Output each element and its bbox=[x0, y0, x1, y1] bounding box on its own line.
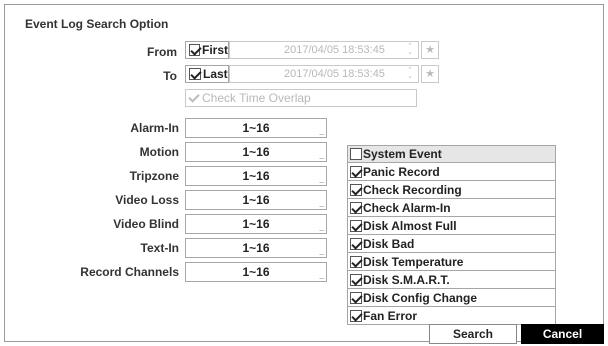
event-label: Check Alarm-In bbox=[363, 200, 451, 215]
video-loss-value: 1~16 bbox=[242, 193, 270, 207]
video-loss-select[interactable]: 1~16 _ bbox=[185, 190, 327, 210]
check-icon bbox=[350, 291, 362, 304]
alarm-in-label: Alarm-In bbox=[130, 121, 179, 135]
video-blind-select[interactable]: 1~16 _ bbox=[185, 214, 327, 234]
record-channels-value: 1~16 bbox=[242, 265, 270, 279]
tripzone-select[interactable]: 1~16 _ bbox=[185, 166, 327, 186]
check-alarm-in-checkbox[interactable]: Check Alarm-In bbox=[347, 199, 556, 217]
fan-error-checkbox[interactable]: Fan Error bbox=[347, 307, 556, 325]
text-in-value: 1~16 bbox=[242, 241, 270, 255]
text-in-select[interactable]: 1~16 _ bbox=[185, 238, 327, 258]
check-recording-checkbox[interactable]: Check Recording bbox=[347, 181, 556, 199]
check-icon bbox=[350, 219, 362, 232]
text-in-label: Text-In bbox=[140, 241, 179, 255]
search-button[interactable]: Search bbox=[429, 324, 517, 344]
spinner-arrows-icon: ⌃ ⌄ bbox=[407, 67, 413, 80]
disk-config-change-checkbox[interactable]: Disk Config Change bbox=[347, 289, 556, 307]
event-label: Disk Bad bbox=[363, 236, 415, 251]
alarm-in-select[interactable]: 1~16 _ bbox=[185, 118, 327, 138]
check-time-overlap-label: Check Time Overlap bbox=[202, 91, 311, 105]
ellipsis-icon: _ bbox=[319, 271, 324, 280]
from-first-checkbox[interactable]: First bbox=[185, 41, 229, 59]
check-icon bbox=[350, 273, 362, 286]
motion-label: Motion bbox=[139, 145, 179, 159]
system-event-list: System Event Panic Record Check Recordin… bbox=[347, 145, 556, 325]
event-label: Disk Config Change bbox=[363, 290, 478, 305]
dialog-title: Event Log Search Option bbox=[25, 17, 169, 31]
event-log-search-dialog: Event Log Search Option From First 2017/… bbox=[4, 4, 604, 344]
to-datetime-field: 2017/04/05 18:53:45 ⌃ ⌄ bbox=[229, 65, 419, 83]
from-star-button: ★ bbox=[421, 41, 439, 59]
check-icon bbox=[188, 92, 200, 104]
check-icon bbox=[189, 68, 201, 80]
cancel-button[interactable]: Cancel bbox=[521, 324, 604, 344]
ellipsis-icon: _ bbox=[319, 151, 324, 160]
video-loss-label: Video Loss bbox=[115, 193, 179, 207]
panic-record-checkbox[interactable]: Panic Record bbox=[347, 163, 556, 181]
to-last-checkbox[interactable]: Last bbox=[185, 65, 229, 83]
checkbox-icon bbox=[350, 148, 362, 160]
alarm-in-value: 1~16 bbox=[242, 121, 270, 135]
check-icon bbox=[350, 201, 362, 214]
check-icon bbox=[350, 255, 362, 268]
to-star-button: ★ bbox=[421, 65, 439, 83]
to-label: To bbox=[163, 69, 177, 83]
ellipsis-icon: _ bbox=[319, 199, 324, 208]
disk-smart-checkbox[interactable]: Disk S.M.A.R.T. bbox=[347, 271, 556, 289]
event-label: Fan Error bbox=[363, 308, 418, 323]
motion-value: 1~16 bbox=[242, 145, 270, 159]
to-datetime-value: 2017/04/05 18:53:45 bbox=[284, 68, 385, 80]
ellipsis-icon: _ bbox=[319, 127, 324, 136]
ellipsis-icon: _ bbox=[319, 175, 324, 184]
from-datetime-field: 2017/04/05 18:53:45 ⌃ ⌄ bbox=[229, 41, 419, 59]
record-channels-label: Record Channels bbox=[80, 265, 179, 279]
from-first-label: First bbox=[201, 43, 228, 57]
disk-bad-checkbox[interactable]: Disk Bad bbox=[347, 235, 556, 253]
from-label: From bbox=[147, 45, 177, 59]
disk-almost-full-checkbox[interactable]: Disk Almost Full bbox=[347, 217, 556, 235]
to-last-label: Last bbox=[203, 67, 228, 81]
tripzone-value: 1~16 bbox=[242, 169, 270, 183]
check-icon bbox=[350, 165, 362, 178]
event-label: Check Recording bbox=[363, 182, 462, 197]
check-icon bbox=[350, 237, 362, 250]
video-blind-value: 1~16 bbox=[242, 217, 270, 231]
spinner-arrows-icon: ⌃ ⌄ bbox=[407, 43, 413, 56]
motion-select[interactable]: 1~16 _ bbox=[185, 142, 327, 162]
event-label: Disk S.M.A.R.T. bbox=[363, 272, 450, 287]
check-icon bbox=[350, 309, 362, 322]
star-icon: ★ bbox=[425, 44, 435, 56]
record-channels-select[interactable]: 1~16 _ bbox=[185, 262, 327, 282]
check-icon bbox=[350, 183, 362, 196]
system-event-header-checkbox[interactable]: System Event bbox=[347, 145, 556, 163]
event-label: Disk Almost Full bbox=[363, 218, 457, 233]
video-blind-label: Video Blind bbox=[113, 217, 179, 231]
ellipsis-icon: _ bbox=[319, 223, 324, 232]
event-label: Disk Temperature bbox=[363, 254, 464, 269]
star-icon: ★ bbox=[425, 68, 435, 80]
event-label: Panic Record bbox=[363, 164, 440, 179]
ellipsis-icon: _ bbox=[319, 247, 324, 256]
check-icon bbox=[189, 44, 200, 56]
check-time-overlap-checkbox: Check Time Overlap bbox=[185, 89, 417, 107]
disk-temperature-checkbox[interactable]: Disk Temperature bbox=[347, 253, 556, 271]
from-datetime-value: 2017/04/05 18:53:45 bbox=[284, 44, 385, 56]
tripzone-label: Tripzone bbox=[129, 169, 179, 183]
system-event-header-label: System Event bbox=[363, 147, 442, 161]
